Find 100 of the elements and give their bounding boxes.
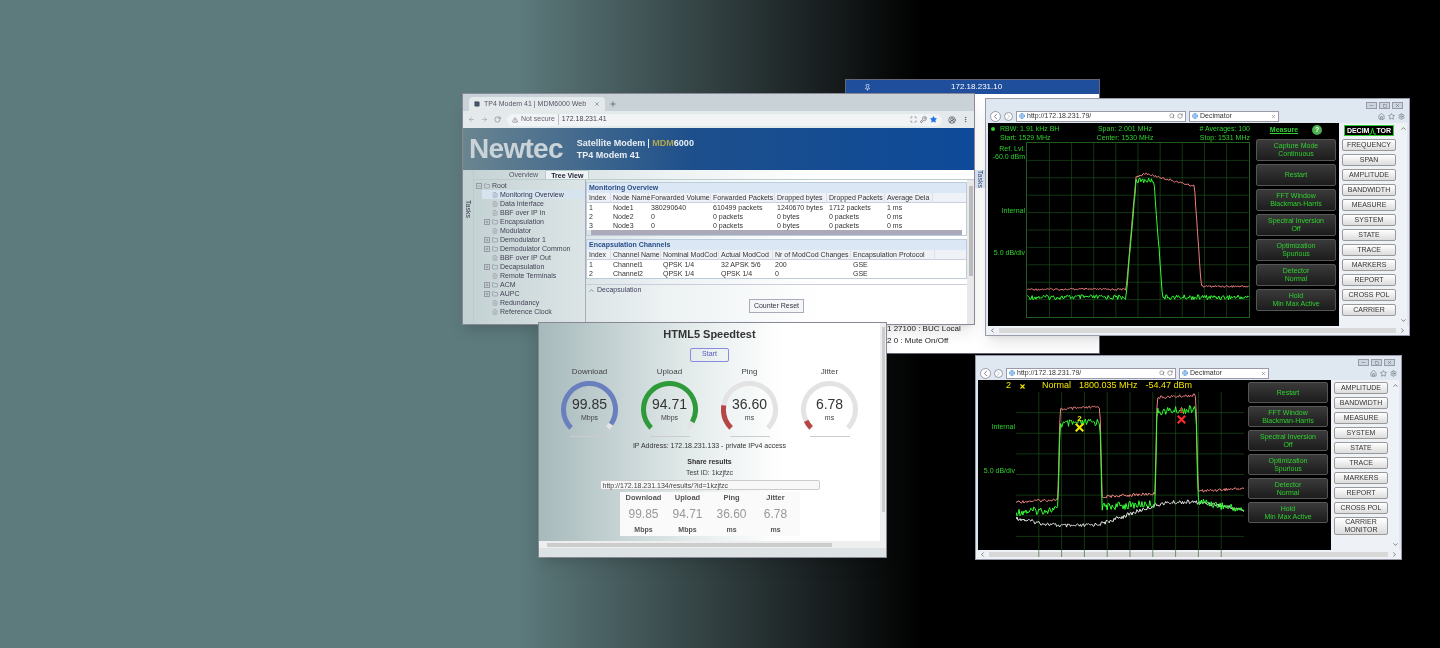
close-icon <box>1387 360 1392 365</box>
scan-icon[interactable] <box>910 116 917 123</box>
maximize-icon <box>1374 360 1379 365</box>
scrollbar[interactable] <box>986 326 1409 335</box>
scroll-left-icon[interactable] <box>989 327 996 334</box>
folder-icon <box>492 245 498 252</box>
close-icon[interactable] <box>1271 113 1276 119</box>
settings-icon[interactable] <box>1398 112 1405 120</box>
scroll-up-icon[interactable] <box>1399 125 1407 132</box>
forward-icon[interactable] <box>994 368 1003 378</box>
folder-icon <box>492 218 498 225</box>
browser-logo-icon <box>1019 113 1025 119</box>
folder-icon <box>484 182 490 189</box>
marker-label: 1 <box>1179 407 1184 415</box>
forward-icon[interactable] <box>1004 111 1013 121</box>
scroll-right-icon[interactable] <box>1399 327 1406 334</box>
gauge-label: Jitter <box>820 365 839 378</box>
collapse-icon[interactable] <box>476 182 482 189</box>
gauge-track <box>686 420 695 430</box>
back-icon[interactable] <box>468 116 475 123</box>
expand-icon[interactable] <box>484 263 490 270</box>
scroll-down-icon[interactable] <box>1391 541 1399 548</box>
forward-icon[interactable] <box>481 116 488 123</box>
search-icon[interactable] <box>1159 370 1165 376</box>
scrollbar[interactable] <box>1399 123 1407 326</box>
scrollbar[interactable] <box>976 550 1401 559</box>
scrollbar[interactable] <box>880 323 886 541</box>
favorites-icon[interactable] <box>1380 369 1387 377</box>
maximize-button[interactable] <box>1379 102 1390 109</box>
minimize-icon <box>1369 103 1374 108</box>
refresh-icon[interactable] <box>1167 370 1173 376</box>
scroll-left-icon[interactable] <box>979 551 986 558</box>
scrollbar[interactable] <box>591 230 962 235</box>
expand-icon[interactable] <box>484 218 490 225</box>
folder-icon <box>492 281 498 288</box>
expand-icon[interactable] <box>484 236 490 243</box>
favorites-icon[interactable] <box>1388 112 1395 120</box>
product-title: Satellite Modem <box>576 137 646 149</box>
gauge-track <box>606 422 613 430</box>
favicon-icon <box>474 101 480 107</box>
scrollbar[interactable] <box>967 180 974 324</box>
gauge-label: Download <box>571 365 608 378</box>
close-icon[interactable] <box>594 101 600 107</box>
gauge-track <box>721 381 778 430</box>
search-icon[interactable] <box>1169 113 1175 119</box>
close-button[interactable] <box>1392 102 1403 109</box>
marker-number: 2 <box>1006 379 1011 393</box>
expand-icon[interactable] <box>484 290 490 297</box>
home-icon[interactable] <box>1370 369 1377 377</box>
settings-icon[interactable] <box>1390 369 1397 377</box>
account-icon[interactable] <box>948 115 956 124</box>
reload-icon[interactable] <box>494 116 501 123</box>
expand-icon[interactable] <box>484 281 490 288</box>
scroll-right-icon[interactable] <box>1391 551 1398 558</box>
result-value: 94.71 <box>672 506 703 524</box>
close-button[interactable] <box>1384 359 1395 366</box>
document-icon <box>492 299 498 306</box>
expand-icon[interactable] <box>484 245 490 252</box>
minimize-icon <box>1361 360 1366 365</box>
minimize-button[interactable] <box>1366 102 1377 109</box>
marker-icon <box>1019 382 1026 390</box>
document-icon <box>492 191 498 198</box>
gauge-label: Upload <box>656 365 683 378</box>
browser-logo-icon <box>1009 370 1015 376</box>
model-name: MDM6000 <box>652 137 694 149</box>
window-title: 172.18.231.10 <box>951 81 1003 93</box>
gauge-label: Ping <box>741 365 758 378</box>
scroll-up-icon[interactable] <box>1391 382 1399 389</box>
marker-mode: Normal <box>1042 379 1072 393</box>
maximize-icon <box>1382 103 1387 108</box>
document-icon <box>492 227 498 234</box>
gauge-value: 36.60 <box>731 396 767 411</box>
star-icon[interactable] <box>930 116 937 123</box>
close-icon[interactable] <box>1261 370 1266 376</box>
back-icon[interactable] <box>990 110 1001 122</box>
new-tab-icon[interactable] <box>609 100 617 108</box>
expand-icon[interactable] <box>588 286 595 294</box>
home-icon[interactable] <box>1378 112 1385 120</box>
scroll-down-icon[interactable] <box>1399 317 1407 324</box>
gauge-value: 6.78 <box>815 396 844 411</box>
browser-logo-icon <box>1192 113 1198 119</box>
status-line: 2 0 : Mute On/Off <box>887 335 949 347</box>
wave-icon <box>1369 126 1377 135</box>
gauge-value: 94.71 <box>651 396 687 411</box>
marker-frequency: 1800.035 MHz <box>1079 379 1138 393</box>
minimize-button[interactable] <box>1358 359 1369 366</box>
gauge-track <box>801 381 858 430</box>
pin-icon[interactable] <box>864 83 871 91</box>
scrollbar[interactable] <box>1391 380 1399 550</box>
maximize-button[interactable] <box>1371 359 1382 366</box>
refresh-icon[interactable] <box>1177 113 1183 119</box>
result-value: 99.85 <box>628 506 659 524</box>
document-icon <box>492 200 498 207</box>
key-icon[interactable] <box>920 116 927 123</box>
logo-text: Newtec <box>469 135 563 163</box>
device-name: TP4 Modem 41 <box>576 149 641 161</box>
status-line: 1 27100 : BUC Local <box>887 323 961 335</box>
gauge-value: 99.85 <box>571 396 607 411</box>
scrollbar[interactable] <box>539 541 886 548</box>
back-icon[interactable] <box>980 367 991 379</box>
